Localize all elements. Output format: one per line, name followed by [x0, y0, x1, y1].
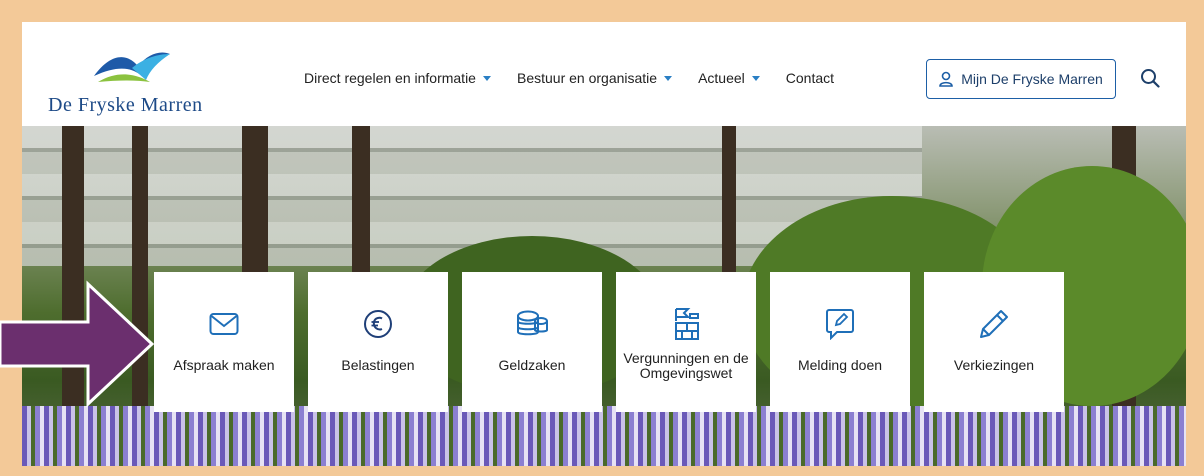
- pointer-arrow-icon: [0, 280, 155, 408]
- nav-item-actueel[interactable]: Actueel: [698, 70, 760, 86]
- tile-afspraak-maken[interactable]: Afspraak maken: [154, 272, 294, 412]
- euro-icon: [363, 304, 393, 344]
- tile-label: Vergunningen en de Omgevingswet: [623, 350, 749, 381]
- page-frame: De Fryske Marren Direct regelen en infor…: [22, 22, 1186, 466]
- nav-item-label: Direct regelen en informatie: [304, 70, 476, 86]
- nav-item-label: Contact: [785, 70, 835, 86]
- nav-item-contact[interactable]: Contact: [786, 70, 834, 86]
- main-nav: Direct regelen en informatie Bestuur en …: [304, 70, 860, 86]
- tile-label: Belastingen: [341, 357, 415, 373]
- caret-down-icon: [664, 75, 673, 81]
- tile-belastingen[interactable]: Belastingen: [308, 272, 448, 412]
- nav-item-label: Actueel: [698, 70, 745, 86]
- tile-vergunningen[interactable]: Vergunningen en de Omgevingswet: [616, 272, 756, 412]
- search-button[interactable]: [1140, 68, 1160, 93]
- search-icon: [1141, 69, 1160, 88]
- logo-wave-icon: [94, 52, 170, 82]
- tile-label: Melding doen: [797, 357, 883, 373]
- mijn-account-button[interactable]: Mijn De Fryske Marren: [926, 59, 1116, 99]
- tile-label: Verkiezingen: [953, 357, 1035, 373]
- nav-item-label: Bestuur en organisatie: [516, 70, 658, 86]
- report-icon: [825, 304, 855, 344]
- tile-verkiezingen[interactable]: Verkiezingen: [924, 272, 1064, 412]
- caret-down-icon: [751, 75, 760, 81]
- tile-melding-doen[interactable]: Melding doen: [770, 272, 910, 412]
- hero-flowers: [22, 406, 1186, 466]
- site-header: De Fryske Marren Direct regelen en infor…: [22, 22, 1186, 126]
- mijn-account-label: Mijn De Fryske Marren: [961, 71, 1103, 87]
- site-logo[interactable]: De Fryske Marren: [48, 48, 228, 120]
- tile-geldzaken[interactable]: Geldzaken: [462, 272, 602, 412]
- user-icon: [939, 71, 954, 87]
- pencil-icon: [977, 304, 1011, 344]
- permit-icon: [670, 304, 702, 344]
- tile-label: Geldzaken: [498, 357, 566, 373]
- hero-image: Afspraak maken Belastingen Geldzaken Ver…: [22, 126, 1186, 466]
- quick-links: Afspraak maken Belastingen Geldzaken Ver…: [154, 272, 1078, 412]
- caret-down-icon: [482, 75, 491, 81]
- tile-label: Afspraak maken: [173, 357, 275, 373]
- envelope-icon: [209, 304, 239, 344]
- nav-item-direct-regelen[interactable]: Direct regelen en informatie: [304, 70, 491, 86]
- coins-icon: [515, 304, 549, 344]
- logo-text: De Fryske Marren: [48, 94, 203, 116]
- nav-item-bestuur[interactable]: Bestuur en organisatie: [516, 70, 673, 86]
